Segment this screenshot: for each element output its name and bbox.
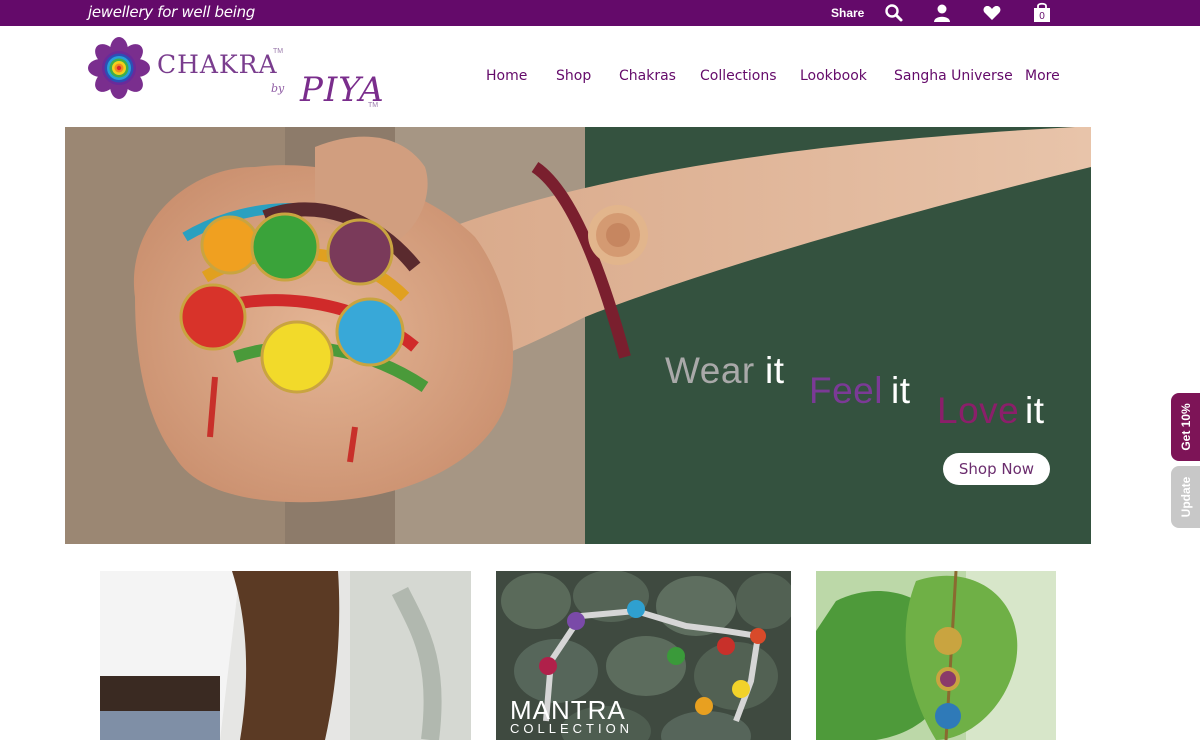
nav-lookbook[interactable]: Lookbook: [800, 68, 867, 84]
tile-men[interactable]: [100, 571, 471, 740]
share-link[interactable]: Share: [831, 6, 864, 20]
nav-more[interactable]: More: [1025, 68, 1060, 84]
tile-image: [100, 571, 471, 740]
headline-love: Love: [937, 390, 1020, 431]
tile-leaf[interactable]: [816, 571, 1056, 740]
tile-image: [816, 571, 1056, 740]
logo-trademark: TM: [273, 48, 284, 55]
shop-now-button[interactable]: Shop Now: [943, 453, 1050, 485]
brand-logo[interactable]: CHAKRA TM by PIYA TM: [88, 36, 388, 114]
hero-headline: Wear it Feel it Love it: [665, 350, 1085, 440]
cart-count: 0: [1039, 11, 1045, 22]
nav-chakras[interactable]: Chakras: [619, 68, 676, 84]
headline-wear: Wear: [665, 350, 755, 391]
headline-it: it: [891, 370, 911, 411]
mantra-subtitle: COLLECTION: [510, 721, 634, 736]
logo-by: by: [271, 82, 285, 95]
headline-feel: Feel: [809, 370, 883, 411]
update-tab[interactable]: Update: [1171, 466, 1200, 528]
heart-icon[interactable]: [982, 3, 1002, 23]
discount-tab[interactable]: Get 10%: [1171, 393, 1200, 461]
logo-trademark: TM: [368, 102, 379, 109]
tagline: jewellery for well being: [88, 3, 256, 21]
hero-image: [65, 127, 1091, 544]
nav-sangha-universe[interactable]: Sangha Universe: [894, 68, 1013, 84]
tile-mantra-collection[interactable]: MANTRA COLLECTION: [496, 571, 791, 740]
nav-collections[interactable]: Collections: [700, 68, 777, 84]
chakra-lotus-icon: [88, 37, 150, 99]
discount-tab-label: Get 10%: [1178, 403, 1193, 451]
search-icon[interactable]: [884, 3, 904, 23]
user-icon[interactable]: [932, 3, 952, 23]
headline-it: it: [765, 350, 785, 391]
shopping-bag-icon[interactable]: 0: [1031, 1, 1053, 23]
logo-wordmark: CHAKRA: [157, 50, 278, 79]
nav-home[interactable]: Home: [486, 68, 527, 84]
headline-it: it: [1025, 390, 1045, 431]
nav-shop[interactable]: Shop: [556, 68, 591, 84]
update-tab-label: Update: [1178, 476, 1193, 518]
hero-banner[interactable]: [65, 127, 1091, 544]
top-bar: jewellery for well being Share 0: [0, 0, 1200, 26]
